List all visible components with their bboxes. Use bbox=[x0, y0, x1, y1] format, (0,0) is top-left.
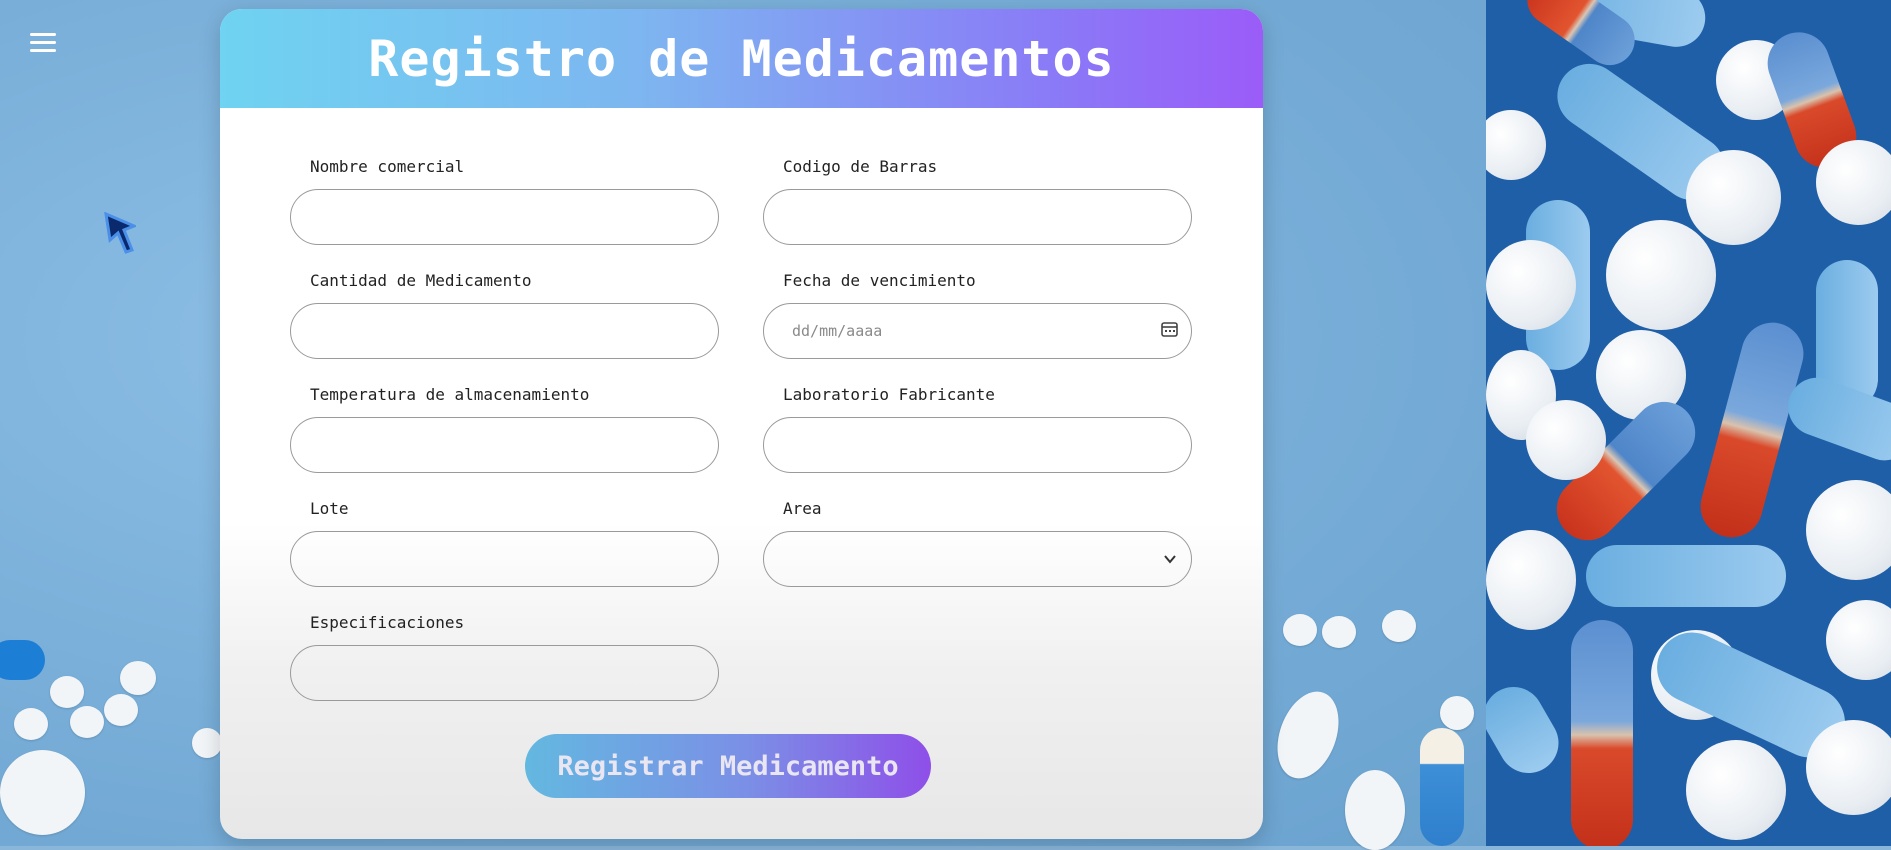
nombre-comercial-label: Nombre comercial bbox=[310, 157, 465, 176]
especificaciones-input[interactable] bbox=[290, 645, 719, 701]
registrar-medicamento-button[interactable]: Registrar Medicamento bbox=[525, 734, 931, 798]
pointer-cursor-icon bbox=[104, 211, 138, 258]
temperatura-label: Temperatura de almacenamiento bbox=[310, 385, 590, 404]
laboratorio-label: Laboratorio Fabricante bbox=[783, 385, 995, 404]
chevron-down-icon bbox=[1164, 555, 1176, 564]
cantidad-label: Cantidad de Medicamento bbox=[310, 271, 532, 290]
especificaciones-label: Especificaciones bbox=[310, 613, 465, 632]
nombre-comercial-input[interactable] bbox=[290, 189, 719, 245]
fecha-vencimiento-label: Fecha de vencimiento bbox=[783, 271, 976, 290]
pills-photo-panel bbox=[1486, 0, 1891, 846]
temperatura-input[interactable] bbox=[290, 417, 719, 473]
codigo-barras-input[interactable] bbox=[763, 189, 1192, 245]
lote-label: Lote bbox=[310, 499, 349, 518]
codigo-barras-label: Codigo de Barras bbox=[783, 157, 938, 176]
fecha-vencimiento-wrapper bbox=[763, 303, 1192, 359]
area-select[interactable] bbox=[763, 531, 1192, 587]
registration-card: Registro de Medicamentos Nombre comercia… bbox=[220, 9, 1263, 839]
page-title: Registro de Medicamentos bbox=[368, 29, 1115, 88]
calendar-icon[interactable] bbox=[1161, 321, 1178, 337]
area-label: Area bbox=[783, 499, 822, 518]
fecha-vencimiento-input[interactable] bbox=[763, 303, 1192, 359]
card-header: Registro de Medicamentos bbox=[220, 9, 1263, 108]
laboratorio-input[interactable] bbox=[763, 417, 1192, 473]
cantidad-input[interactable] bbox=[290, 303, 719, 359]
lote-input[interactable] bbox=[290, 531, 719, 587]
hamburger-menu-icon[interactable] bbox=[30, 33, 56, 53]
